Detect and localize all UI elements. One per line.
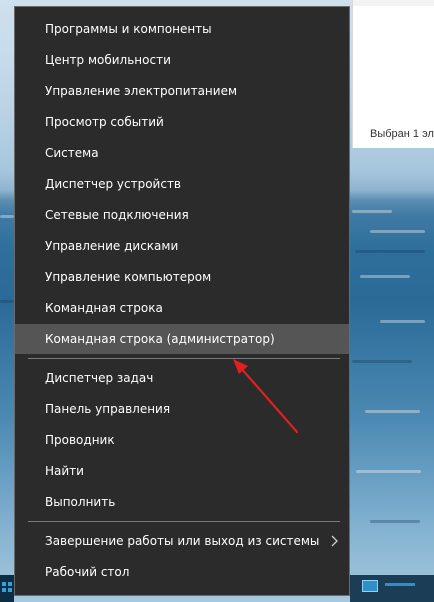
wallpaper-wave (370, 230, 425, 233)
menu-item-label: Выполнить (45, 495, 116, 509)
tray-indicator-bar (385, 583, 415, 586)
menu-item-label: Командная строка (администратор) (45, 332, 275, 346)
wallpaper-wave (380, 320, 425, 323)
wallpaper-wave (355, 250, 425, 253)
wallpaper-wave (365, 410, 420, 413)
wallpaper-wave (360, 275, 410, 278)
winx-context-menu: Программы и компоненты Центр мобильности… (14, 6, 350, 596)
menu-item-command-prompt[interactable]: Командная строка (15, 293, 349, 323)
menu-item-label: Диспетчер задач (45, 371, 154, 385)
menu-item-label: Панель управления (45, 402, 171, 416)
menu-item-label: Рабочий стол (45, 565, 130, 579)
menu-item-system[interactable]: Система (15, 138, 349, 168)
menu-item-search[interactable]: Найти (15, 456, 349, 486)
menu-item-shutdown-signout[interactable]: Завершение работы или выход из системы (15, 526, 349, 556)
menu-item-label: Найти (45, 464, 84, 478)
menu-item-disk-management[interactable]: Управление дисками (15, 231, 349, 261)
wallpaper-wave (352, 210, 392, 213)
menu-item-label: Программы и компоненты (45, 22, 212, 36)
explorer-status-text: Выбран 1 эл (370, 128, 434, 140)
menu-item-desktop[interactable]: Рабочий стол (15, 557, 349, 587)
menu-item-command-prompt-admin[interactable]: Командная строка (администратор) (15, 324, 349, 354)
menu-item-label: Управление электропитанием (45, 84, 237, 98)
menu-item-mobility-center[interactable]: Центр мобильности (15, 45, 349, 75)
menu-item-label: Центр мобильности (45, 53, 171, 67)
menu-separator (28, 521, 340, 522)
menu-item-label: Управление компьютером (45, 270, 212, 284)
menu-item-label: Сетевые подключения (45, 208, 189, 222)
menu-item-event-viewer[interactable]: Просмотр событий (15, 107, 349, 137)
menu-item-label: Управление дисками (45, 239, 179, 253)
menu-separator (28, 358, 340, 359)
menu-item-run[interactable]: Выполнить (15, 487, 349, 517)
menu-item-task-manager[interactable]: Диспетчер задач (15, 363, 349, 393)
menu-item-network-connections[interactable]: Сетевые подключения (15, 200, 349, 230)
menu-item-label: Командная строка (45, 301, 163, 315)
menu-item-label: Проводник (45, 433, 115, 447)
menu-item-computer-management[interactable]: Управление компьютером (15, 262, 349, 292)
explorer-window-fragment[interactable]: Выбран 1 эл (352, 0, 434, 148)
wallpaper-wave (370, 520, 420, 523)
menu-item-label: Система (45, 146, 99, 160)
wallpaper-wave (0, 300, 14, 303)
wallpaper-wave (356, 470, 421, 473)
menu-item-device-manager[interactable]: Диспетчер устройств (15, 169, 349, 199)
menu-item-label: Диспетчер устройств (45, 177, 182, 191)
menu-item-power-options[interactable]: Управление электропитанием (15, 76, 349, 106)
windows-start-icon[interactable] (2, 582, 12, 592)
wallpaper-wave (0, 215, 14, 218)
menu-item-label: Завершение работы или выход из системы (45, 534, 320, 548)
chevron-right-icon (329, 526, 339, 556)
menu-item-programs-features[interactable]: Программы и компоненты (15, 14, 349, 44)
menu-item-label: Просмотр событий (45, 115, 164, 129)
keyboard-layout-icon[interactable] (362, 580, 378, 592)
wallpaper-wave (352, 360, 412, 363)
explorer-toolbar-strip (353, 0, 434, 6)
menu-item-control-panel[interactable]: Панель управления (15, 394, 349, 424)
menu-item-file-explorer[interactable]: Проводник (15, 425, 349, 455)
